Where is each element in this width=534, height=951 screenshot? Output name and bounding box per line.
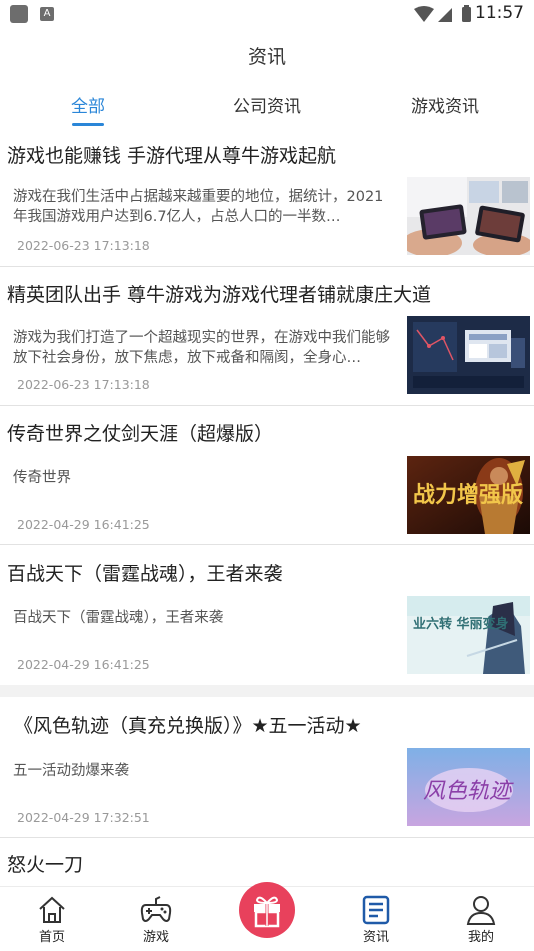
thumb-caption: 战力增强版 <box>413 482 523 508</box>
status-bar: A 11:57 <box>0 0 534 28</box>
article-title: 《风色轨迹（真充兑换版）》★五一活动★ <box>14 715 362 737</box>
article-summary: 五一活动劲爆来袭 <box>13 763 129 779</box>
tab-label: 游戏资讯 <box>411 97 479 117</box>
home-icon <box>39 896 65 923</box>
swordsman-banner-icon: 业六转 华丽变身 <box>407 596 530 674</box>
article-title: 百战天下（雷霆战魂），王者来袭 <box>7 563 283 585</box>
article-title: 精英团队出手 尊牛游戏为游戏代理者铺就康庄大道 <box>7 284 432 306</box>
tab-game-news[interactable]: 游戏资讯 <box>400 92 490 117</box>
article-item[interactable]: 精英团队出手 尊牛游戏为游戏代理者铺就康庄大道 游戏为我们打造了一个超越现实的世… <box>0 276 534 406</box>
a-badge-icon: A <box>40 7 54 21</box>
page-title: 资讯 <box>247 46 286 68</box>
nav-news[interactable]: 资讯 <box>341 887 411 951</box>
nav-profile[interactable]: 我的 <box>446 887 516 951</box>
category-tabs: 全部 公司资讯 游戏资讯 <box>0 92 534 132</box>
tab-label: 公司资讯 <box>233 97 301 117</box>
phones-holding-icon <box>407 177 530 255</box>
thumb-caption: 业六转 华丽变身 <box>413 616 509 632</box>
nav-games[interactable]: 游戏 <box>121 887 191 951</box>
warrior-banner-icon: 战力增强版 <box>407 456 530 534</box>
divider <box>0 405 534 406</box>
article-item[interactable]: 《风色轨迹（真充兑换版）》★五一活动★ 五一活动劲爆来袭 2022-04-29 … <box>0 697 534 837</box>
section-gap <box>0 685 534 697</box>
gamepad-icon <box>140 896 172 922</box>
user-icon <box>466 896 496 925</box>
tab-all[interactable]: 全部 <box>58 92 118 126</box>
article-summary: 传奇世界 <box>13 470 71 486</box>
divider <box>0 544 534 545</box>
article-title: 传奇世界之仗剑天涯（超爆版） <box>7 423 274 445</box>
nav-home[interactable]: 首页 <box>17 887 87 951</box>
article-summary: 游戏在我们生活中占据越来越重要的地位，据统计，2021年我国游戏用户达到6.7亿… <box>13 189 384 225</box>
tab-label: 全部 <box>71 97 105 117</box>
gift-button[interactable] <box>239 882 295 938</box>
gift-icon <box>254 896 280 928</box>
article-item[interactable]: 游戏也能赚钱 手游代理从尊牛游戏起航 游戏在我们生活中占据越来越重要的地位，据统… <box>0 137 534 267</box>
clock: 11:57 <box>475 3 524 23</box>
article-date: 2022-04-29 16:41:25 <box>17 657 150 672</box>
nav-label: 首页 <box>38 930 65 945</box>
nav-label: 游戏 <box>142 930 169 945</box>
nav-label: 资讯 <box>362 930 389 945</box>
tab-company-news[interactable]: 公司资讯 <box>222 92 312 117</box>
tab-active-indicator <box>72 123 104 126</box>
news-icon <box>362 895 390 925</box>
article-summary: 游戏为我们打造了一个超越现实的世界，在游戏中我们能够放下社会身份，放下焦虑，放下… <box>13 330 390 366</box>
notification-icon <box>10 5 28 23</box>
article-date: 2022-04-29 17:32:51 <box>17 810 150 825</box>
fantasy-logo-icon: 风色轨迹 <box>407 748 530 826</box>
article-date: 2022-06-23 17:13:18 <box>17 377 150 392</box>
article-summary: 百战天下（雷霆战魂），王者来袭 <box>13 610 224 626</box>
dashboard-screens-icon <box>407 316 530 394</box>
article-title: 怒火一刀 <box>7 854 84 876</box>
divider <box>0 266 534 267</box>
divider <box>0 837 534 838</box>
article-date: 2022-04-29 16:41:25 <box>17 517 150 532</box>
nav-label: 我的 <box>467 930 494 945</box>
article-item[interactable]: 百战天下（雷霆战魂），王者来袭 百战天下（雷霆战魂），王者来袭 2022-04-… <box>0 555 534 685</box>
article-title: 游戏也能赚钱 手游代理从尊牛游戏起航 <box>7 145 337 167</box>
wifi-signal-battery-icon <box>414 5 471 22</box>
article-item[interactable]: 怒火一刀 <box>0 846 534 887</box>
thumb-caption: 风色轨迹 <box>423 779 514 804</box>
article-item[interactable]: 传奇世界之仗剑天涯（超爆版） 传奇世界 2022-04-29 16:41:25 … <box>0 415 534 545</box>
article-date: 2022-06-23 17:13:18 <box>17 238 150 253</box>
